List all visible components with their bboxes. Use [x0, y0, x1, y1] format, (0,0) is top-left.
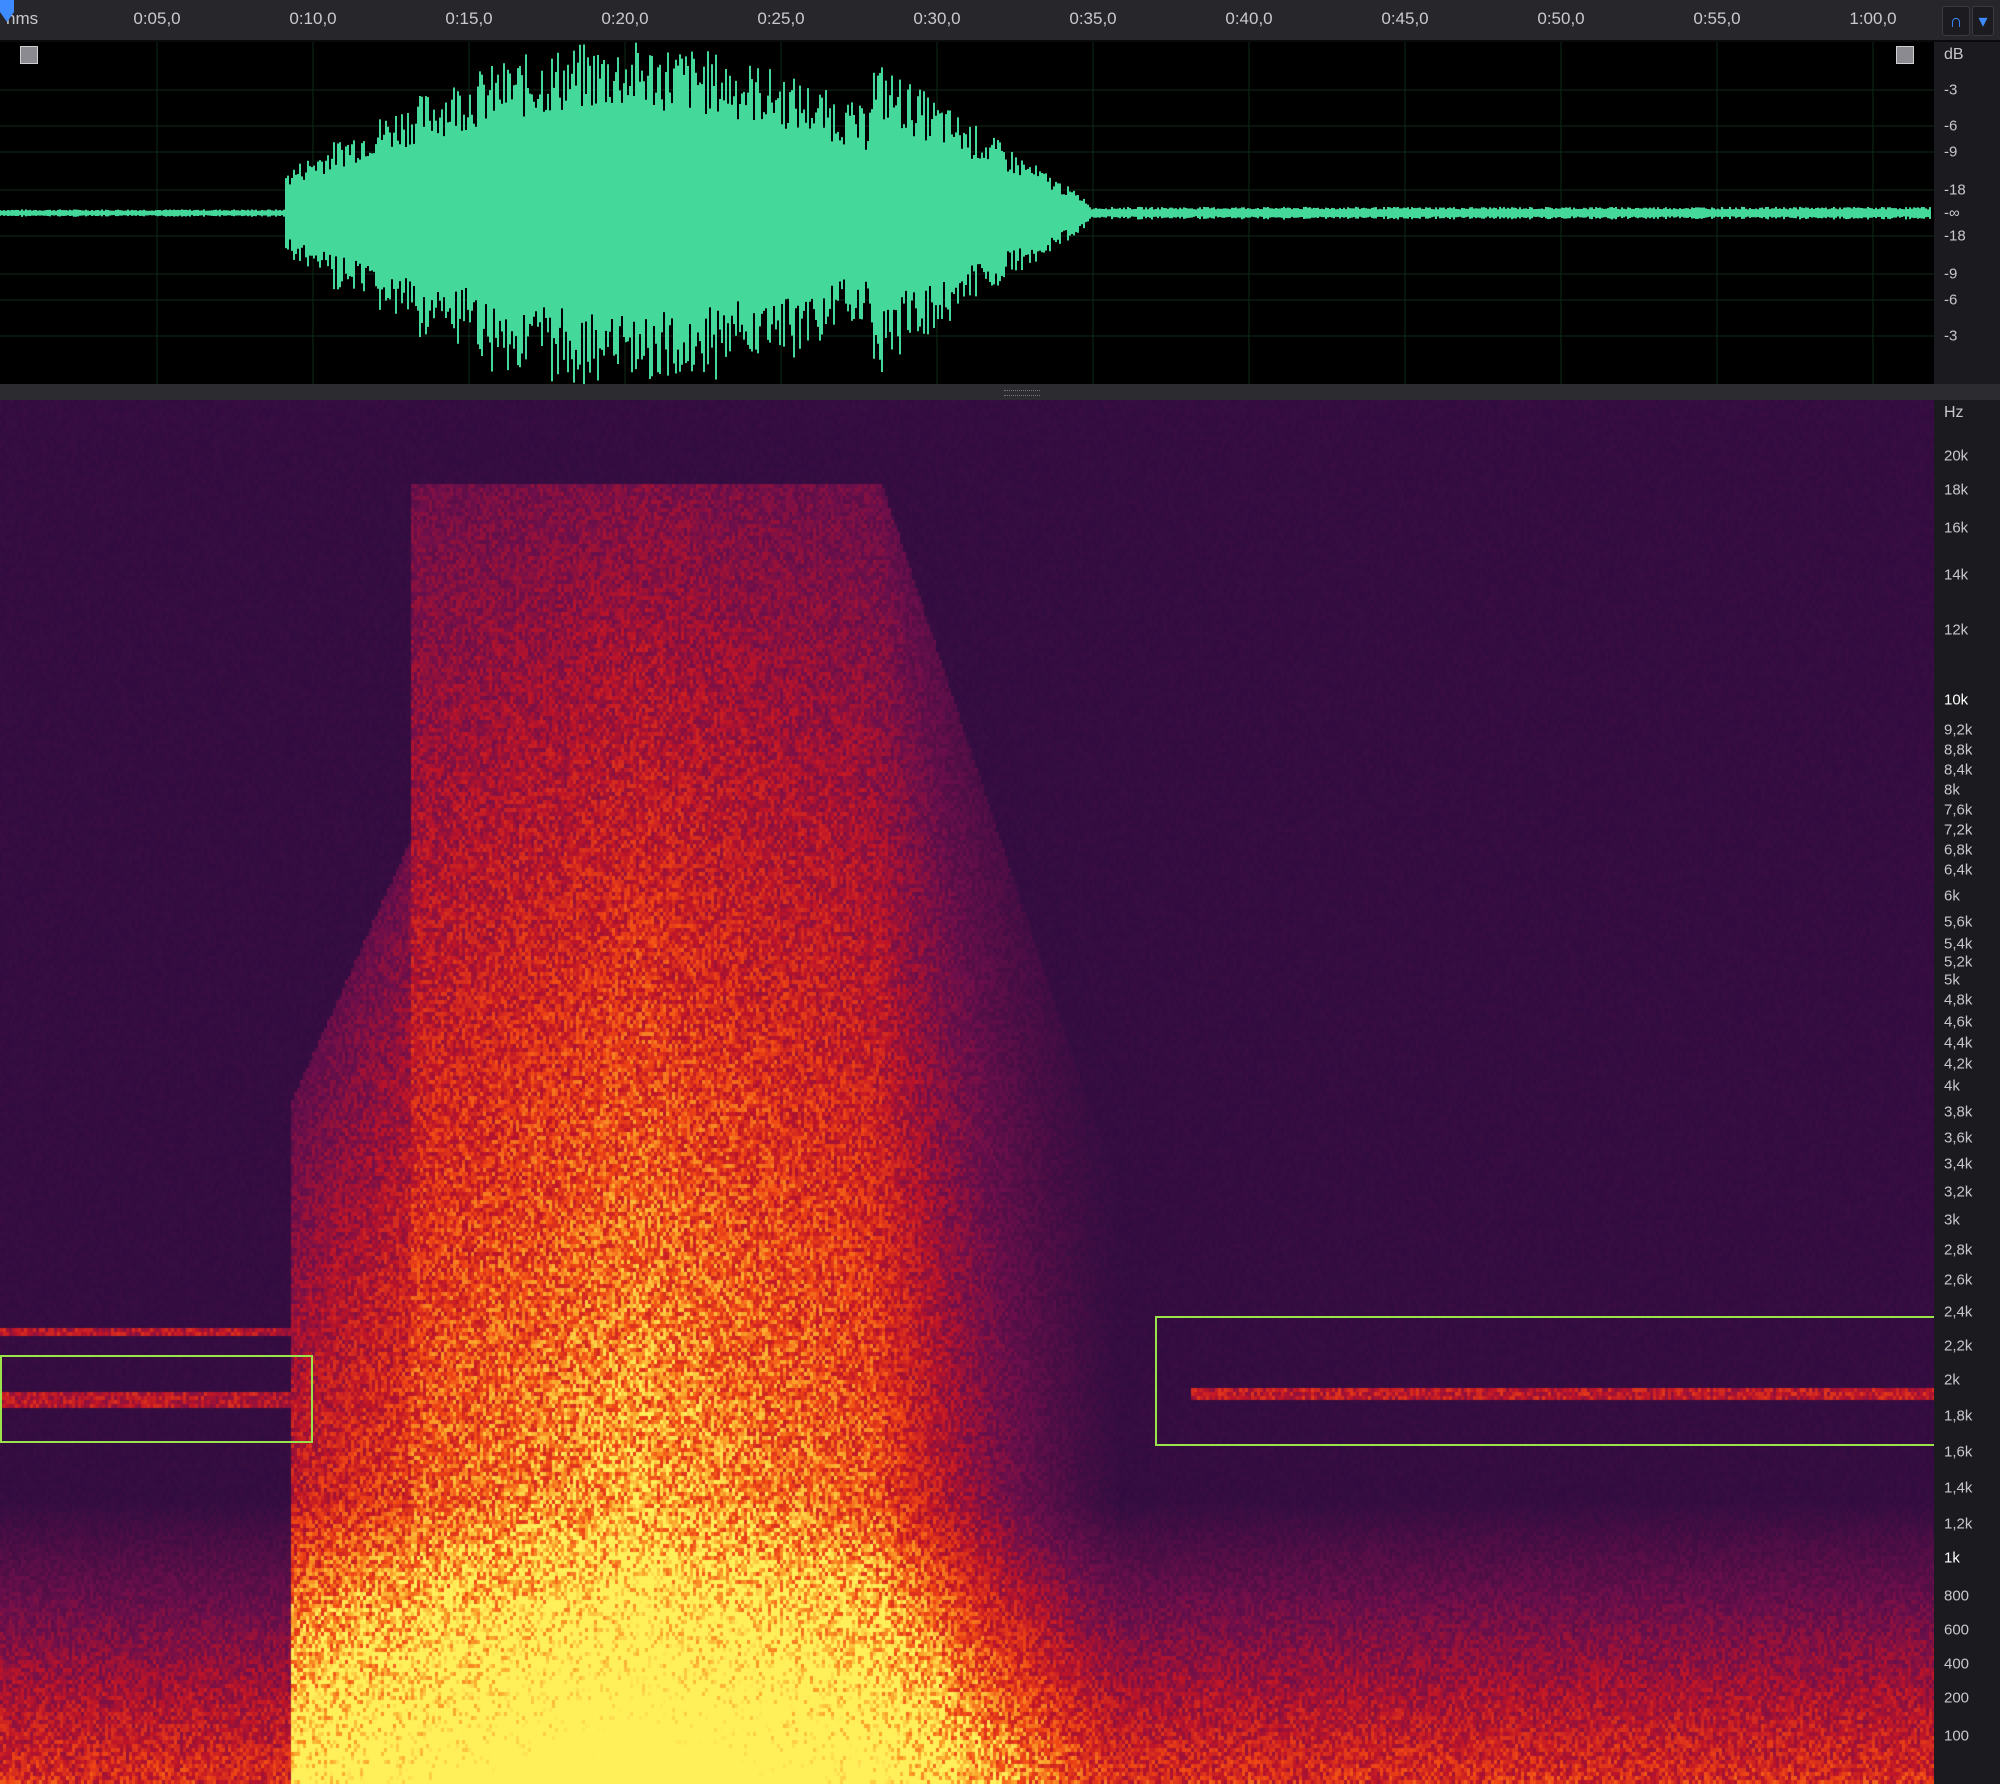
hz-tick-label: 20k [1944, 447, 1969, 465]
hz-tick-label: 2,6k [1944, 1271, 1973, 1289]
hz-tick-label: 8,8k [1944, 741, 1973, 759]
hz-tick-label: 5,6k [1944, 913, 1973, 931]
frequency-ruler: Hz 20k 18k 16k 14k 12k 10k 9,2k 8,8k 8,4k 8k 7,6k 7… [1934, 400, 2000, 1784]
time-tick-label: 0:10,0 [289, 9, 337, 28]
db-tick-label: -9 [1944, 143, 1958, 161]
hz-tick-label: 7,6k [1944, 801, 1973, 819]
db-unit-label: dB [1944, 46, 1964, 63]
hz-tick-label: 200 [1944, 1689, 1970, 1707]
hz-tick-label: 800 [1944, 1587, 1970, 1605]
hz-tick-label: 3k [1944, 1211, 1960, 1229]
hz-tick-label: 3,8k [1944, 1103, 1973, 1121]
waveform-trace [0, 42, 1931, 384]
hz-tick-label: 1k [1944, 1549, 1960, 1567]
db-tick-label: -9 [1944, 265, 1958, 283]
hz-tick-label: 8,4k [1944, 761, 1973, 779]
db-tick-label: -18 [1944, 227, 1966, 245]
hz-tick-label: 3,2k [1944, 1183, 1973, 1201]
time-tick-label: 0:25,0 [757, 9, 805, 28]
hz-tick-label: 3,4k [1944, 1155, 1973, 1173]
time-tick-label: 0:35,0 [1069, 9, 1117, 28]
hz-tick-label: 3,6k [1944, 1129, 1973, 1147]
db-tick-label: -18 [1944, 181, 1966, 199]
spectrogram-image [0, 400, 1934, 1784]
selection-box-right[interactable] [1155, 1316, 1934, 1446]
hz-tick-label: 16k [1944, 519, 1969, 537]
hz-tick-label: 18k [1944, 481, 1969, 499]
hz-tick-label: 6,8k [1944, 841, 1973, 859]
headphones-icon[interactable]: ∩ [1942, 6, 1970, 36]
time-tick-label: 0:55,0 [1693, 9, 1741, 28]
hz-tick-label: 2k [1944, 1371, 1960, 1389]
hz-tick-label: 2,4k [1944, 1303, 1973, 1321]
hz-tick-label: 7,2k [1944, 821, 1973, 839]
hz-tick-label: 2,2k [1944, 1337, 1973, 1355]
time-tick-label: 0:30,0 [913, 9, 961, 28]
hz-tick-label: 1,6k [1944, 1443, 1973, 1461]
hz-tick-label: 12k [1944, 621, 1969, 639]
db-tick-label: -6 [1944, 291, 1958, 309]
time-tick-label: 0:50,0 [1537, 9, 1585, 28]
hz-unit-label: Hz [1944, 404, 1964, 421]
hz-tick-label: 400 [1944, 1655, 1970, 1673]
spectrogram-display[interactable] [0, 400, 1934, 1784]
waveform-display[interactable] [0, 42, 1934, 384]
fade-in-handle-icon[interactable] [20, 46, 38, 64]
fade-out-handle-icon[interactable] [1896, 46, 1914, 64]
db-tick-label: -3 [1944, 81, 1958, 99]
hz-tick-label: 4,6k [1944, 1013, 1973, 1031]
db-tick-label: -∞ [1944, 204, 1960, 222]
hz-tick-label: 14k [1944, 566, 1969, 584]
selection-box-left[interactable] [0, 1355, 313, 1443]
time-tick-label: 0:40,0 [1225, 9, 1273, 28]
time-tick-label: 0:05,0 [133, 9, 181, 28]
hz-tick-label: 5,2k [1944, 953, 1973, 971]
hz-tick-label: 2,8k [1944, 1241, 1973, 1259]
waveform-graph [0, 42, 1934, 384]
view-toolbar: ∩ ▾ [1934, 0, 2000, 42]
hz-tick-label: 8k [1944, 781, 1960, 799]
playhead-marker-icon[interactable] [0, 0, 14, 22]
db-tick-label: -6 [1944, 117, 1958, 135]
time-tick-label: 0:20,0 [601, 9, 649, 28]
hz-tick-label: 9,2k [1944, 721, 1973, 739]
hz-tick-label: 4k [1944, 1077, 1960, 1095]
hz-tick-label: 1,8k [1944, 1407, 1973, 1425]
panel-splitter[interactable] [0, 384, 2000, 400]
spectral-editor-window: hms 0:05,0 0:10,0 0:15,0 0:20,0 0:25,0 0… [0, 0, 2000, 1784]
hz-tick-label: 6k [1944, 887, 1960, 905]
hz-tick-label: 10k [1944, 691, 1969, 709]
time-tick-label: 0:45,0 [1381, 9, 1429, 28]
db-ruler: dB -3 -6 -9 -18 -∞ -18 -9 -6 -3 [1934, 42, 2000, 384]
hz-tick-label: 6,4k [1944, 861, 1973, 879]
splitter-grip-icon[interactable] [1004, 390, 1040, 396]
time-tick-label: 1:00,0 [1849, 9, 1897, 28]
hz-tick-label: 100 [1944, 1727, 1970, 1745]
db-tick-label: -3 [1944, 327, 1958, 345]
hz-tick-label: 1,4k [1944, 1479, 1973, 1497]
hz-tick-label: 4,4k [1944, 1034, 1973, 1052]
marker-icon[interactable]: ▾ [1972, 6, 1994, 36]
hz-tick-label: 4,8k [1944, 991, 1973, 1009]
hz-tick-label: 4,2k [1944, 1055, 1973, 1073]
hz-tick-label: 1,2k [1944, 1515, 1973, 1533]
hz-tick-label: 5,4k [1944, 935, 1973, 953]
time-ruler[interactable]: hms 0:05,0 0:10,0 0:15,0 0:20,0 0:25,0 0… [0, 0, 1934, 42]
hz-tick-label: 5k [1944, 971, 1960, 989]
hz-tick-label: 600 [1944, 1621, 1970, 1639]
time-tick-label: 0:15,0 [445, 9, 493, 28]
